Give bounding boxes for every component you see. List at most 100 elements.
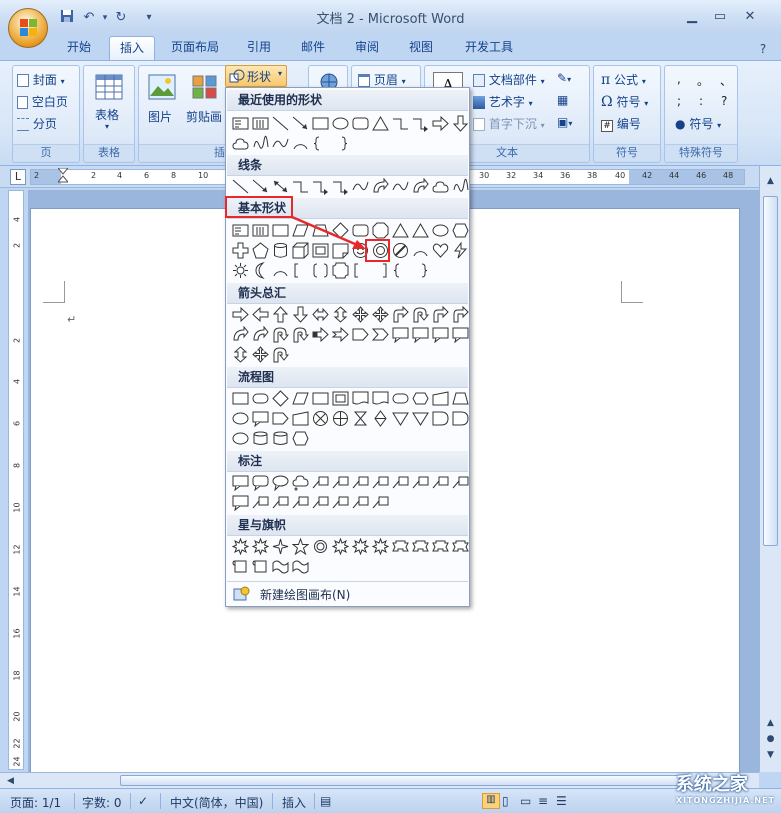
shape-rrect[interactable] — [351, 221, 370, 240]
horizontal-scroll-thumb[interactable] — [120, 775, 680, 786]
shape-quad[interactable] — [351, 305, 370, 324]
shape-curvedarrow[interactable] — [251, 325, 270, 344]
shape-burst[interactable] — [331, 537, 350, 556]
proofing-icon[interactable]: ✓ — [138, 794, 148, 808]
shape-textbox[interactable] — [231, 221, 250, 240]
shape-star5[interactable] — [291, 537, 310, 556]
shape-flowterm[interactable] — [391, 389, 410, 408]
scroll-left-arrow[interactable]: ◀ — [3, 774, 18, 788]
shape-ribbon[interactable] — [451, 537, 470, 556]
shape-flowor[interactable] — [331, 409, 350, 428]
scroll-down-arrow[interactable]: ▼ — [763, 748, 778, 762]
shape-ribbon[interactable] — [411, 537, 430, 556]
shape-pentarrow[interactable] — [351, 325, 370, 344]
shape-linecall[interactable] — [311, 473, 330, 492]
question-symbol[interactable]: ? — [721, 94, 727, 108]
shape-brace2[interactable] — [411, 261, 430, 280]
indent-marker[interactable] — [56, 167, 70, 186]
shape-brace[interactable] — [391, 261, 410, 280]
shape-tri[interactable] — [371, 114, 390, 133]
shape-bent[interactable] — [391, 305, 410, 324]
select-browse-object-icon[interactable]: ● — [763, 732, 778, 746]
status-page[interactable]: 页面: 1/1 — [10, 794, 61, 811]
shape-uturn[interactable] — [411, 305, 430, 324]
macro-record-icon[interactable]: ▤ — [320, 794, 331, 808]
shape-striped[interactable] — [311, 325, 330, 344]
shape-linecall[interactable] — [331, 493, 350, 512]
tab-developer[interactable]: 开发工具 — [453, 36, 525, 60]
semicolon-symbol[interactable]: ; — [677, 94, 681, 108]
shape-line[interactable] — [271, 114, 290, 133]
shape-sun[interactable] — [231, 261, 250, 280]
shape-cloud[interactable] — [431, 177, 450, 196]
quick-parts-button[interactable]: 文档部件 ▾ — [473, 71, 545, 88]
vertical-ruler[interactable]: 4 2 2 4 6 8 10 12 14 16 18 20 22 24 — [8, 190, 24, 770]
shape-linecall[interactable] — [431, 473, 450, 492]
vertical-scrollbar[interactable]: ▲ ▲ ● ▼ — [759, 166, 781, 772]
shape-linecall[interactable] — [391, 473, 410, 492]
shape-wave[interactable] — [291, 557, 310, 576]
shape-rect[interactable] — [311, 114, 330, 133]
shape-dbracket[interactable] — [311, 261, 330, 280]
shape-darrowblk[interactable] — [451, 114, 470, 133]
shape-linecall[interactable] — [351, 493, 370, 512]
symbol-button[interactable]: Ω 符号 ▾ — [601, 93, 648, 110]
shape-lrarrow[interactable] — [311, 305, 330, 324]
shape-diamond[interactable] — [271, 389, 290, 408]
shape-moon[interactable] — [251, 261, 270, 280]
colon-symbol[interactable]: : — [699, 94, 703, 108]
shape-uarrow[interactable] — [271, 305, 290, 324]
shape-larrow[interactable] — [251, 305, 270, 324]
shape-ribbon[interactable] — [431, 537, 450, 556]
shape-hex[interactable] — [291, 429, 310, 448]
scroll-up-arrow[interactable]: ▲ — [763, 716, 778, 730]
shape-burst[interactable] — [371, 537, 390, 556]
shape-elbow[interactable] — [391, 114, 410, 133]
shape-bolt[interactable] — [451, 241, 470, 260]
shape-elbowarrow[interactable] — [411, 114, 430, 133]
insert-object-icon[interactable]: ▣▾ — [557, 115, 572, 129]
shape-curvedarrow[interactable] — [371, 177, 390, 196]
tab-mailings[interactable]: 邮件 — [291, 36, 335, 60]
shape-arc[interactable] — [271, 261, 290, 280]
shape-linecall[interactable] — [311, 493, 330, 512]
date-time-icon[interactable]: ▦ — [557, 93, 568, 107]
shape-scroll[interactable] — [251, 557, 270, 576]
tab-insert[interactable]: 插入 — [109, 36, 155, 60]
shape-flowterm[interactable] — [251, 389, 270, 408]
shape-vtextbox[interactable] — [251, 221, 270, 240]
tab-home[interactable]: 开始 — [57, 36, 101, 60]
shape-star4[interactable] — [271, 537, 290, 556]
shape-pent[interactable] — [251, 241, 270, 260]
shape-uturn[interactable] — [271, 325, 290, 344]
shape-line[interactable] — [231, 177, 250, 196]
full-screen-reading-icon[interactable]: ▯ — [502, 794, 509, 808]
shape-rarrow[interactable] — [431, 114, 450, 133]
outline-icon[interactable]: ≡ — [538, 794, 548, 808]
shape-flowcollate[interactable] — [351, 409, 370, 428]
shape-uturn[interactable] — [271, 345, 290, 364]
equation-button[interactable]: π 公式 ▾ — [601, 71, 646, 88]
cover-page-button[interactable]: 封面 ▾ — [17, 71, 65, 88]
new-drawing-canvas-item[interactable]: 新建绘图画布(N) — [227, 581, 468, 605]
tab-view[interactable]: 视图 — [399, 36, 443, 60]
shape-scribble[interactable] — [451, 177, 470, 196]
shape-callout1[interactable] — [251, 409, 270, 428]
shape-linecall[interactable] — [371, 493, 390, 512]
shape-cube[interactable] — [291, 241, 310, 260]
shape-bevel[interactable] — [331, 389, 350, 408]
shape-bracket[interactable] — [351, 261, 370, 280]
shape-burst[interactable] — [231, 537, 250, 556]
wordart-button[interactable]: 艺术字 ▾ — [473, 93, 533, 110]
draft-icon[interactable]: ☰ — [556, 794, 567, 808]
shape-udarrow[interactable] — [331, 305, 350, 324]
shape-flowmerge[interactable] — [411, 409, 430, 428]
shape-elbowarrow[interactable] — [311, 177, 330, 196]
web-layout-icon[interactable]: ▭ — [520, 794, 531, 808]
shape-flowsum[interactable] — [311, 409, 330, 428]
signature-line-icon[interactable]: ✎▾ — [557, 71, 571, 85]
shape-scroll[interactable] — [231, 557, 250, 576]
shape-arrowline[interactable] — [291, 114, 310, 133]
numbering-button[interactable]: # 编号 — [601, 115, 641, 132]
scroll-up-arrow[interactable]: ▲ — [763, 174, 778, 188]
